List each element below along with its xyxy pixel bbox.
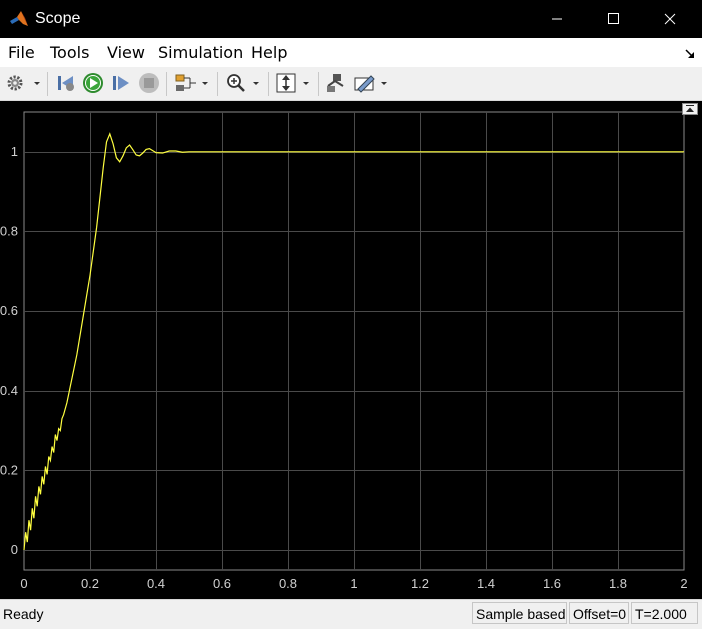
measurements-button[interactable]	[353, 72, 391, 94]
y-tick-label: 0	[11, 542, 18, 557]
highlight-block-icon	[327, 74, 344, 92]
settings-gear-icon	[7, 75, 40, 91]
toolbar-separator	[268, 72, 269, 96]
close-button[interactable]	[647, 0, 693, 38]
step-back-icon	[58, 76, 74, 91]
y-tick-label: 0.8	[0, 223, 18, 238]
menu-view[interactable]: View	[107, 43, 145, 63]
menu-tools[interactable]: Tools	[50, 43, 89, 63]
x-tick-label: 1.6	[543, 576, 561, 591]
y-tick-label: 1	[11, 144, 18, 159]
toolbar	[0, 67, 702, 101]
settings-button[interactable]	[5, 72, 43, 94]
measurements-icon	[354, 75, 387, 93]
toolbar-separator	[217, 72, 218, 96]
x-tick-label: 0.8	[279, 576, 297, 591]
x-tick-label: 1.4	[477, 576, 495, 591]
step-back-button[interactable]	[55, 72, 77, 94]
status-ready-text: Ready	[3, 606, 44, 622]
stop-button[interactable]	[138, 72, 160, 94]
highlight-block-button[interactable]	[325, 72, 347, 94]
zoom-button[interactable]	[225, 72, 263, 94]
dock-arrow-icon[interactable]	[684, 47, 696, 59]
y-tick-label: 0.2	[0, 462, 18, 477]
x-tick-label: 1.2	[411, 576, 429, 591]
scale-axes-icon	[276, 73, 309, 93]
maximize-icon	[608, 13, 619, 24]
window-title: Scope	[35, 10, 81, 27]
status-bar: Ready Sample based Offset=0 T=2.000	[0, 599, 702, 629]
x-tick-label: 0.2	[81, 576, 99, 591]
scale-axes-button[interactable]	[275, 72, 313, 94]
signal-selector-button[interactable]	[174, 72, 212, 94]
matlab-logo-icon	[9, 9, 29, 29]
sample-mode-field: Sample based	[472, 602, 567, 624]
signal-selector-icon	[175, 74, 208, 91]
minimize-button[interactable]	[534, 0, 580, 38]
menu-file[interactable]: File	[8, 43, 35, 63]
step-forward-icon	[113, 76, 129, 90]
toolbar-separator	[318, 72, 319, 96]
x-tick-label: 0.4	[147, 576, 165, 591]
step-forward-button[interactable]	[110, 72, 132, 94]
expand-toolstrip-button[interactable]	[682, 102, 698, 115]
x-tick-label: 2	[680, 576, 687, 591]
y-tick-label: 0.4	[0, 383, 18, 398]
expand-icon	[682, 103, 698, 115]
maximize-button[interactable]	[590, 0, 636, 38]
y-tick-label: 0.6	[0, 303, 18, 318]
run-icon	[83, 73, 103, 93]
stop-icon	[139, 73, 159, 93]
x-tick-label: 1.8	[609, 576, 627, 591]
toolbar-separator	[47, 72, 48, 96]
menu-bar: File Tools View Simulation Help	[0, 38, 702, 67]
run-button[interactable]	[82, 72, 104, 94]
scope-display[interactable]: 0 0.2 0.4 0.6 0.8 1 0 0.2 0.4 0.6 0.8 1 1.2 1.4 1.6 1.…	[0, 101, 702, 599]
menu-simulation[interactable]: Simulation	[158, 43, 243, 63]
scope-plot: 0 0.2 0.4 0.6 0.8 1 0 0.2 0.4 0.6 0.8 1 1.2 1.4 1.6 1.…	[0, 111, 688, 591]
title-bar: Scope	[0, 0, 702, 38]
zoom-in-icon	[227, 74, 259, 92]
minimize-icon	[552, 18, 562, 20]
menu-help[interactable]: Help	[251, 43, 287, 63]
close-icon	[664, 13, 676, 25]
toolbar-separator	[166, 72, 167, 96]
x-tick-label: 0.6	[213, 576, 231, 591]
x-tick-label: 0	[20, 576, 27, 591]
offset-field: Offset=0	[569, 602, 629, 624]
time-field: T=2.000	[631, 602, 698, 624]
x-tick-label: 1	[350, 576, 357, 591]
